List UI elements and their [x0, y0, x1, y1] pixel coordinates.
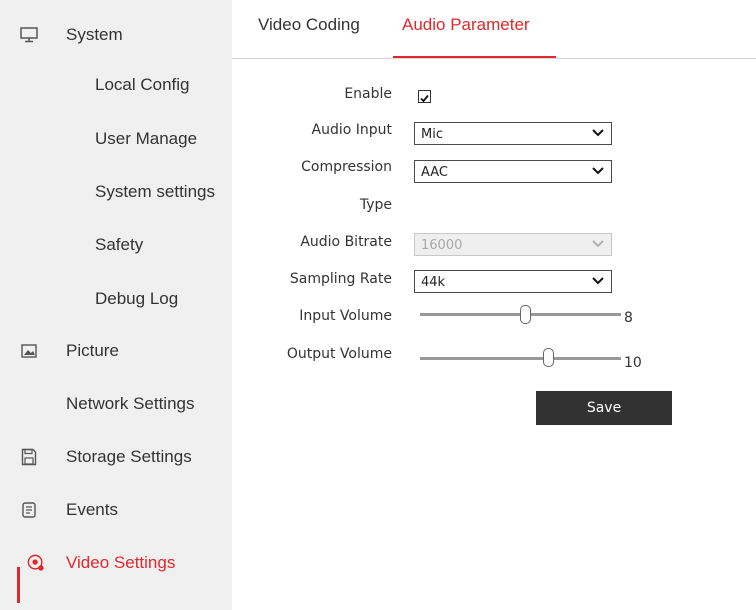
- sidebar-item-label: Video Settings: [66, 553, 176, 572]
- sidebar-item-storage-settings[interactable]: Storage Settings: [0, 437, 232, 477]
- sidebar-item-label: User Manage: [95, 129, 198, 148]
- chevron-down-icon: [592, 277, 604, 285]
- sampling-rate-label: Sampling Rate: [289, 271, 392, 287]
- sidebar-item-label: Picture: [66, 341, 119, 360]
- sidebar-item-user-manage[interactable]: User Manage: [0, 119, 232, 159]
- sidebar-item-debug-log[interactable]: Debug Log: [0, 279, 232, 319]
- sidebar-item-local-config[interactable]: Local Config: [0, 65, 232, 105]
- sampling-rate-value: 44k: [421, 275, 446, 290]
- audio-bitrate-value: 16000: [421, 238, 463, 253]
- audio-input-select[interactable]: Mic: [414, 122, 612, 145]
- output-volume-value: 10: [624, 355, 642, 371]
- chevron-down-icon: [592, 129, 604, 137]
- tab-audio-parameter[interactable]: Audio Parameter: [402, 15, 530, 35]
- tab-video-coding[interactable]: Video Coding: [258, 15, 360, 35]
- audio-bitrate-select: 16000: [414, 233, 612, 256]
- output-volume-slider-thumb[interactable]: [543, 348, 554, 367]
- compression-type-label-line2: Type: [359, 197, 392, 213]
- sidebar-item-label: Local Config: [95, 75, 190, 94]
- sidebar-item-events[interactable]: Events: [0, 490, 232, 530]
- sidebar-item-picture[interactable]: Picture: [0, 331, 232, 371]
- monitor-icon: [20, 26, 38, 44]
- audio-input-value: Mic: [421, 127, 443, 142]
- video-settings-icon: [27, 554, 45, 572]
- sidebar-item-label: Events: [66, 500, 118, 519]
- audio-input-label: Audio Input: [311, 122, 393, 138]
- events-icon: [20, 501, 38, 519]
- sidebar-item-label: Storage Settings: [66, 447, 192, 466]
- chevron-down-icon: [592, 240, 604, 248]
- enable-checkbox[interactable]: [418, 90, 431, 103]
- sidebar-item-network-settings[interactable]: Network Settings: [0, 384, 232, 424]
- input-volume-slider-thumb[interactable]: [520, 305, 531, 324]
- sidebar-item-label: System: [66, 25, 123, 44]
- chevron-down-icon: [592, 167, 604, 175]
- compression-type-label: Compression: [301, 159, 392, 175]
- checkmark-icon: [420, 94, 429, 103]
- sidebar-item-label: Safety: [95, 235, 144, 254]
- sidebar-item-system[interactable]: System: [0, 15, 232, 55]
- save-disk-icon: [20, 448, 38, 466]
- tab-bar: Video Coding Audio Parameter: [232, 0, 756, 59]
- input-volume-value: 8: [624, 310, 633, 326]
- compression-type-select[interactable]: AAC: [414, 160, 612, 183]
- sidebar-item-label: Debug Log: [95, 289, 179, 308]
- active-tab-underline: [393, 56, 556, 58]
- output-volume-label: Output Volume: [286, 346, 392, 362]
- picture-icon: [20, 342, 38, 360]
- sidebar-item-video-settings[interactable]: Video Settings: [0, 543, 232, 583]
- sidebar-item-system-settings[interactable]: System settings: [0, 172, 232, 212]
- save-button[interactable]: Save: [536, 391, 672, 425]
- sidebar-item-label: System settings: [95, 182, 215, 201]
- sidebar-item-label: Network Settings: [66, 394, 195, 413]
- compression-type-value: AAC: [421, 165, 448, 180]
- sidebar: System Local Config User Manage System s…: [0, 0, 232, 610]
- sampling-rate-select[interactable]: 44k: [414, 270, 612, 293]
- output-volume-slider-track[interactable]: [420, 357, 621, 360]
- enable-label: Enable: [344, 86, 392, 102]
- audio-bitrate-label: Audio Bitrate: [300, 234, 392, 250]
- sidebar-item-safety[interactable]: Safety: [0, 225, 232, 265]
- input-volume-label: Input Volume: [299, 308, 392, 324]
